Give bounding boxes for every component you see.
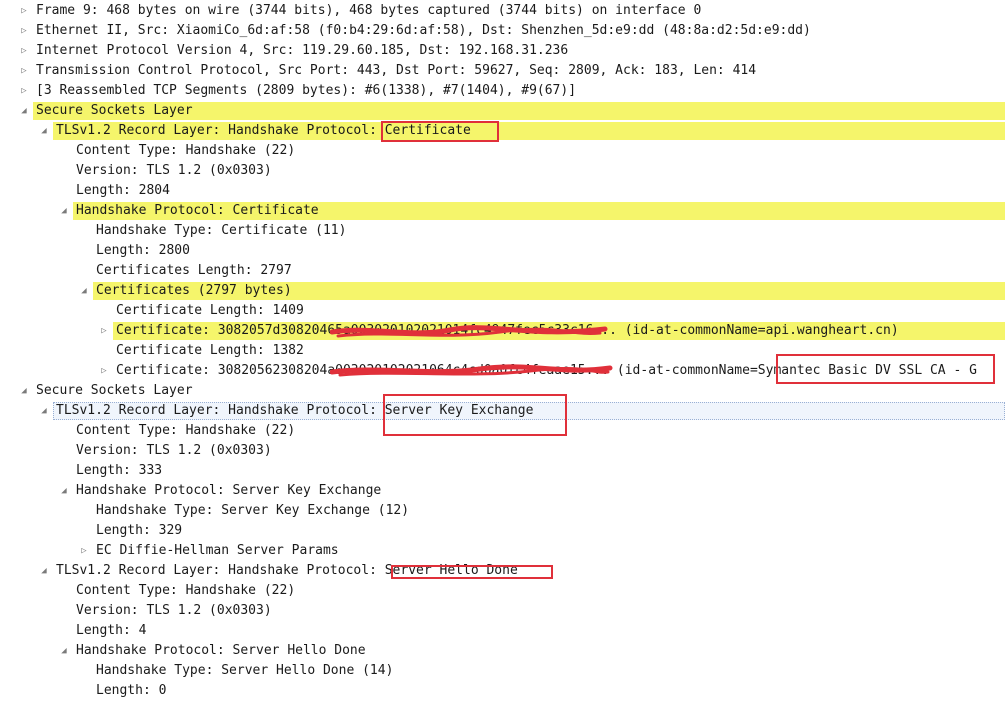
collapse-arrow-icon[interactable]: ▷ [98,361,110,381]
tree-row-label: Handshake Type: Server Key Exchange (12) [96,503,410,518]
tree-row[interactable]: ◢ Certificates (2797 bytes) [0,281,1005,301]
packet-details-tree: ▷ Frame 9: 468 bytes on wire (3744 bits),… [0,0,1005,717]
collapse-arrow-icon[interactable]: ▷ [18,61,30,81]
tree-row-label: Frame 9: 468 bytes on wire (3744 bits), … [36,3,702,18]
tree-row-label: TLSv1.2 Record Layer: Handshake Protocol… [56,563,518,578]
tree-row-label: Version: TLS 1.2 (0x0303) [76,443,272,458]
tree-row[interactable]: Content Type: Handshake (22) [0,141,1005,161]
expand-arrow-icon[interactable]: ◢ [58,201,70,221]
tree-row-label: Secure Sockets Layer [36,383,193,398]
tree-row[interactable]: ▷ [3 Reassembled TCP Segments (2809 bytes… [0,81,1005,101]
tree-row-label: Handshake Protocol: Certificate [76,203,319,218]
collapse-arrow-icon[interactable]: ▷ [78,541,90,561]
tree-row[interactable]: Version: TLS 1.2 (0x0303) [0,161,1005,181]
tree-row-label: Content Type: Handshake (22) [76,423,296,438]
tree-row[interactable]: ◢ Secure Sockets Layer [0,101,1005,121]
tree-row-label: Content Type: Handshake (22) [76,583,296,598]
expand-arrow-icon[interactable]: ◢ [18,381,30,401]
expand-arrow-icon[interactable]: ◢ [38,121,50,141]
tree-row-label: Handshake Type: Server Hello Done (14) [96,663,394,678]
tree-row[interactable]: ◢ TLSv1.2 Record Layer: Handshake Protoco… [0,401,1005,421]
tree-row[interactable]: ◢ TLSv1.2 Record Layer: Handshake Protoco… [0,121,1005,141]
tree-row[interactable]: Length: 333 [0,461,1005,481]
tree-row-label: Ethernet II, Src: XiaomiCo_6d:af:58 (f0:… [36,23,811,38]
tree-row-label: Certificates (2797 bytes) [96,283,292,298]
tree-row-label: Version: TLS 1.2 (0x0303) [76,163,272,178]
tree-row-label: Certificate Length: 1382 [116,343,304,358]
tree-row-label: Transmission Control Protocol, Src Port:… [36,63,757,78]
tree-row-label: Certificate Length: 1409 [116,303,304,318]
tree-row[interactable]: Certificates Length: 2797 [0,261,1005,281]
tree-row-label: Secure Sockets Layer [36,103,193,118]
tree-row[interactable]: ▷ Frame 9: 468 bytes on wire (3744 bits),… [0,1,1005,21]
expand-arrow-icon[interactable]: ◢ [78,281,90,301]
tree-row-label: Length: 0 [96,683,167,698]
tree-row-label: Content Type: Handshake (22) [76,143,296,158]
tree-row-label: Handshake Type: Certificate (11) [96,223,347,238]
collapse-arrow-icon[interactable]: ▷ [18,21,30,41]
tree-row-label: TLSv1.2 Record Layer: Handshake Protocol… [56,403,534,418]
expand-arrow-icon[interactable]: ◢ [38,401,50,421]
tree-row-label: Certificates Length: 2797 [96,263,292,278]
tree-row[interactable]: ◢ Handshake Protocol: Certificate [0,201,1005,221]
expand-arrow-icon[interactable]: ◢ [58,481,70,501]
tree-row[interactable]: Handshake Type: Server Key Exchange (12) [0,501,1005,521]
tree-row-label: Version: TLS 1.2 (0x0303) [76,603,272,618]
expand-arrow-icon[interactable]: ◢ [18,101,30,121]
tree-row[interactable]: ◢ Handshake Protocol: Server Hello Done [0,641,1005,661]
tree-row[interactable]: Length: 329 [0,521,1005,541]
tree-row-label: Length: 4 [76,623,147,638]
tree-row[interactable]: ▷ Certificate: 3082057d30820465a003020102… [0,321,1005,341]
tree-row[interactable]: Certificate Length: 1382 [0,341,1005,361]
tree-row[interactable]: ▷ EC Diffie-Hellman Server Params [0,541,1005,561]
tree-row[interactable]: ▷ Certificate: 30820562308204a00302010202… [0,361,1005,381]
tree-row-label: Certificate: 30820562308204a003020102021… [116,363,977,378]
tree-row[interactable]: ▷ Ethernet II, Src: XiaomiCo_6d:af:58 (f0… [0,21,1005,41]
tree-row[interactable]: Length: 2800 [0,241,1005,261]
tree-row-label: Handshake Protocol: Server Key Exchange [76,483,382,498]
collapse-arrow-icon[interactable]: ▷ [18,81,30,101]
tree-row[interactable]: Version: TLS 1.2 (0x0303) [0,601,1005,621]
tree-row[interactable]: ◢ TLSv1.2 Record Layer: Handshake Protoco… [0,561,1005,581]
tree-row-label: TLSv1.2 Record Layer: Handshake Protocol… [56,123,471,138]
tree-row[interactable]: Handshake Type: Certificate (11) [0,221,1005,241]
tree-row-label: Certificate: 3082057d30820465a0030201020… [116,323,899,338]
tree-row[interactable]: ◢ Handshake Protocol: Server Key Exchange [0,481,1005,501]
tree-row[interactable]: ▷ Transmission Control Protocol, Src Port… [0,61,1005,81]
tree-row-label: EC Diffie-Hellman Server Params [96,543,339,558]
expand-arrow-icon[interactable]: ◢ [38,561,50,581]
tree-row[interactable]: Certificate Length: 1409 [0,301,1005,321]
tree-row[interactable]: ▷ Internet Protocol Version 4, Src: 119.2… [0,41,1005,61]
tree-row[interactable]: Content Type: Handshake (22) [0,421,1005,441]
collapse-arrow-icon[interactable]: ▷ [98,321,110,341]
tree-row[interactable]: Version: TLS 1.2 (0x0303) [0,441,1005,461]
tree-row[interactable]: Length: 4 [0,621,1005,641]
tree-row-label: [3 Reassembled TCP Segments (2809 bytes)… [36,83,577,98]
expand-arrow-icon[interactable]: ◢ [58,641,70,661]
collapse-arrow-icon[interactable]: ▷ [18,1,30,21]
tree-row-label: Length: 2804 [76,183,170,198]
tree-row[interactable]: Handshake Type: Server Hello Done (14) [0,661,1005,681]
tree-row-label: Length: 329 [96,523,183,538]
tree-row-label: Handshake Protocol: Server Hello Done [76,643,366,658]
tree-row[interactable]: ◢ Secure Sockets Layer [0,381,1005,401]
tree-row[interactable]: Content Type: Handshake (22) [0,581,1005,601]
tree-row[interactable]: Length: 0 [0,681,1005,701]
tree-row-label: Length: 2800 [96,243,190,258]
collapse-arrow-icon[interactable]: ▷ [18,41,30,61]
tree-row-label: Length: 333 [76,463,163,478]
tree-row[interactable]: Length: 2804 [0,181,1005,201]
tree-row-label: Internet Protocol Version 4, Src: 119.29… [36,43,569,58]
